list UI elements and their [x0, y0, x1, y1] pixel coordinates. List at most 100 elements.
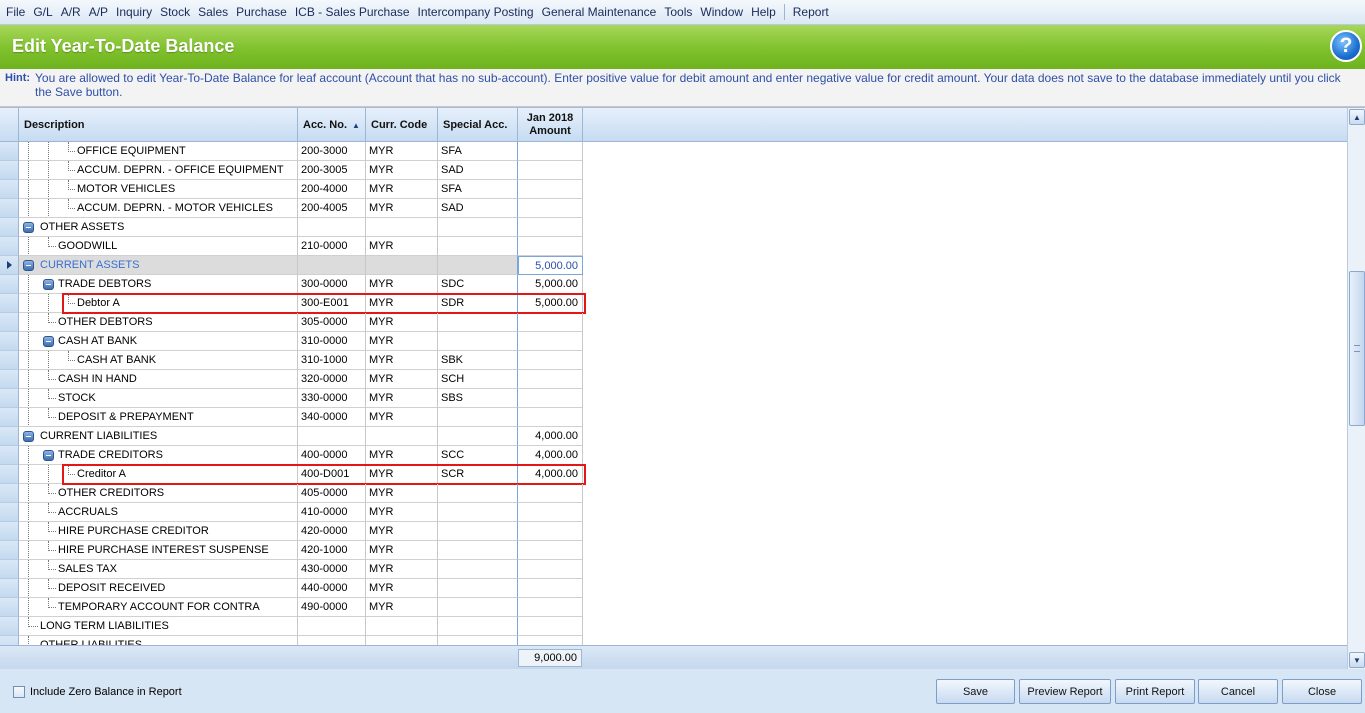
collapse-icon[interactable]: [23, 222, 34, 233]
menu-item-stock[interactable]: Stock: [156, 5, 194, 19]
cell-amount[interactable]: [518, 142, 583, 161]
menu-item-a-r[interactable]: A/R: [57, 5, 85, 19]
cell-amount[interactable]: [518, 237, 583, 256]
table-row[interactable]: MOTOR VEHICLES 200-4000 MYR SFA: [0, 180, 583, 199]
cell-amount[interactable]: [518, 199, 583, 218]
table-row[interactable]: CASH AT BANK 310-1000 MYR SBK: [0, 351, 583, 370]
menu-item-inquiry[interactable]: Inquiry: [112, 5, 156, 19]
cell-amount[interactable]: [518, 503, 583, 522]
table-row[interactable]: ACCRUALS 410-0000 MYR: [0, 503, 583, 522]
menu-item-g-l[interactable]: G/L: [29, 5, 56, 19]
cell-amount[interactable]: [518, 351, 583, 370]
help-icon[interactable]: ?: [1330, 30, 1362, 62]
row-indicator[interactable]: [0, 218, 19, 237]
row-indicator[interactable]: [0, 446, 19, 465]
table-row[interactable]: DEPOSIT & PREPAYMENT 340-0000 MYR: [0, 408, 583, 427]
table-row[interactable]: HIRE PURCHASE CREDITOR 420-0000 MYR: [0, 522, 583, 541]
row-indicator[interactable]: [0, 294, 19, 313]
collapse-icon[interactable]: [43, 279, 54, 290]
row-indicator[interactable]: [0, 370, 19, 389]
cell-amount[interactable]: [518, 370, 583, 389]
scroll-up-icon[interactable]: ▲: [1349, 109, 1365, 125]
vertical-scrollbar[interactable]: ▲ ▼: [1347, 108, 1365, 670]
menu-item-icb-sales-purchase[interactable]: ICB - Sales Purchase: [291, 5, 414, 19]
row-indicator[interactable]: [0, 617, 19, 636]
row-indicator[interactable]: [0, 142, 19, 161]
row-indicator[interactable]: [0, 579, 19, 598]
cell-amount[interactable]: [518, 218, 583, 237]
cell-amount[interactable]: [518, 598, 583, 617]
cell-amount[interactable]: [518, 389, 583, 408]
preview-report-button[interactable]: Preview Report: [1019, 679, 1111, 704]
column-header-special-acc[interactable]: Special Acc.: [438, 108, 518, 142]
row-indicator[interactable]: [0, 313, 19, 332]
table-row[interactable]: SALES TAX 430-0000 MYR: [0, 560, 583, 579]
table-row[interactable]: OTHER LIABILITIES: [0, 636, 583, 645]
collapse-icon[interactable]: [43, 450, 54, 461]
table-row[interactable]: DEPOSIT RECEIVED 440-0000 MYR: [0, 579, 583, 598]
cell-amount[interactable]: [518, 180, 583, 199]
cell-amount[interactable]: [518, 484, 583, 503]
row-indicator[interactable]: [0, 161, 19, 180]
row-indicator[interactable]: [0, 351, 19, 370]
menu-item-intercompany-posting[interactable]: Intercompany Posting: [414, 5, 538, 19]
row-indicator[interactable]: [0, 256, 19, 275]
row-indicator[interactable]: [0, 503, 19, 522]
table-row[interactable]: Creditor A 400-D001 MYR SCR 4,000.00: [0, 465, 583, 484]
include-zero-balance-checkbox[interactable]: [13, 686, 25, 698]
cell-amount[interactable]: [518, 313, 583, 332]
table-row[interactable]: TEMPORARY ACCOUNT FOR CONTRA 490-0000 MYR: [0, 598, 583, 617]
collapse-icon[interactable]: [23, 431, 34, 442]
menu-item-tools[interactable]: Tools: [660, 5, 696, 19]
row-indicator[interactable]: [0, 598, 19, 617]
cell-amount[interactable]: [518, 617, 583, 636]
cell-amount[interactable]: 5,000.00: [518, 294, 583, 313]
close-button[interactable]: Close: [1282, 679, 1362, 704]
table-row[interactable]: LONG TERM LIABILITIES: [0, 617, 583, 636]
table-row[interactable]: OTHER ASSETS: [0, 218, 583, 237]
table-row[interactable]: CASH IN HAND 320-0000 MYR SCH: [0, 370, 583, 389]
column-header-description[interactable]: Description: [19, 108, 298, 142]
menu-item-file[interactable]: File: [2, 5, 29, 19]
scroll-down-icon[interactable]: ▼: [1349, 652, 1365, 668]
row-indicator[interactable]: [0, 275, 19, 294]
row-indicator[interactable]: [0, 465, 19, 484]
row-indicator[interactable]: [0, 180, 19, 199]
cell-amount[interactable]: 5,000.00: [518, 256, 583, 275]
collapse-icon[interactable]: [23, 260, 34, 271]
row-indicator[interactable]: [0, 636, 19, 645]
cell-amount[interactable]: 4,000.00: [518, 465, 583, 484]
table-row[interactable]: GOODWILL 210-0000 MYR: [0, 237, 583, 256]
table-row[interactable]: TRADE DEBTORS 300-0000 MYR SDC 5,000.00: [0, 275, 583, 294]
menu-item-report[interactable]: Report: [789, 5, 833, 19]
cell-amount[interactable]: 4,000.00: [518, 427, 583, 446]
cell-amount[interactable]: [518, 541, 583, 560]
table-row[interactable]: CURRENT LIABILITIES 4,000.00: [0, 427, 583, 446]
menu-item-help[interactable]: Help: [747, 5, 780, 19]
table-row[interactable]: CASH AT BANK 310-0000 MYR: [0, 332, 583, 351]
table-row[interactable]: STOCK 330-0000 MYR SBS: [0, 389, 583, 408]
save-button[interactable]: Save: [936, 679, 1015, 704]
row-indicator[interactable]: [0, 541, 19, 560]
row-indicator[interactable]: [0, 522, 19, 541]
menu-item-a-p[interactable]: A/P: [85, 5, 112, 19]
row-indicator[interactable]: [0, 484, 19, 503]
row-indicator[interactable]: [0, 408, 19, 427]
table-row[interactable]: OTHER CREDITORS 405-0000 MYR: [0, 484, 583, 503]
cell-amount[interactable]: [518, 522, 583, 541]
scroll-thumb[interactable]: [1349, 271, 1365, 426]
collapse-icon[interactable]: [43, 336, 54, 347]
cell-amount[interactable]: [518, 636, 583, 645]
table-row[interactable]: CURRENT ASSETS 5,000.00: [0, 256, 583, 275]
row-indicator[interactable]: [0, 332, 19, 351]
table-row[interactable]: OTHER DEBTORS 305-0000 MYR: [0, 313, 583, 332]
cell-amount[interactable]: 5,000.00: [518, 275, 583, 294]
row-indicator[interactable]: [0, 389, 19, 408]
row-indicator[interactable]: [0, 560, 19, 579]
table-row[interactable]: HIRE PURCHASE INTEREST SUSPENSE 420-1000 M…: [0, 541, 583, 560]
table-row[interactable]: ACCUM. DEPRN. - OFFICE EQUIPMENT 200-3005…: [0, 161, 583, 180]
cell-amount[interactable]: [518, 332, 583, 351]
cell-amount[interactable]: 4,000.00: [518, 446, 583, 465]
menu-item-window[interactable]: Window: [696, 5, 747, 19]
table-row[interactable]: OFFICE EQUIPMENT 200-3000 MYR SFA: [0, 142, 583, 161]
